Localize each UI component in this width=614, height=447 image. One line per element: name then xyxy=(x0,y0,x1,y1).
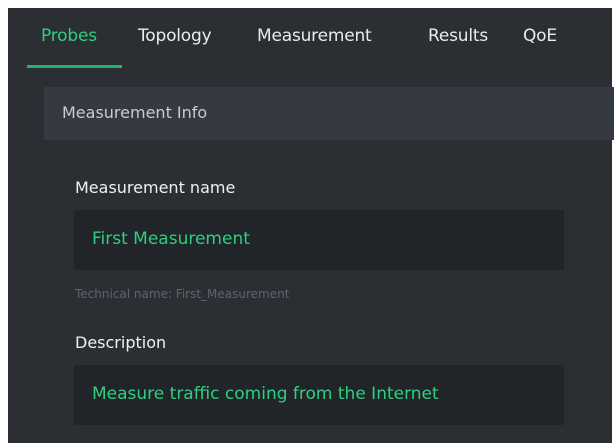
tab-bar: Probes Topology Measurement Results QoE xyxy=(28,8,612,70)
description-input[interactable]: Measure traffic coming from the Internet xyxy=(74,365,564,425)
description-value: Measure traffic coming from the Internet xyxy=(92,384,439,404)
description-label: Description xyxy=(75,333,167,352)
measurement-name-value: First Measurement xyxy=(92,229,250,249)
measurement-name-label: Measurement name xyxy=(75,178,236,197)
measurement-name-input[interactable]: First Measurement xyxy=(74,210,564,270)
section-title: Measurement Info xyxy=(62,103,208,122)
tab-results[interactable]: Results xyxy=(428,26,488,46)
tab-probes[interactable]: Probes xyxy=(41,26,97,46)
active-tab-indicator xyxy=(27,65,122,68)
measurement-panel: Probes Topology Measurement Results QoE … xyxy=(8,8,614,443)
section-header: Measurement Info xyxy=(44,87,614,140)
tab-topology[interactable]: Topology xyxy=(138,26,212,46)
tab-measurement[interactable]: Measurement xyxy=(257,26,372,46)
technical-name-hint: Technical name: First_Measurement xyxy=(75,287,290,301)
tab-qoe[interactable]: QoE xyxy=(523,26,557,46)
